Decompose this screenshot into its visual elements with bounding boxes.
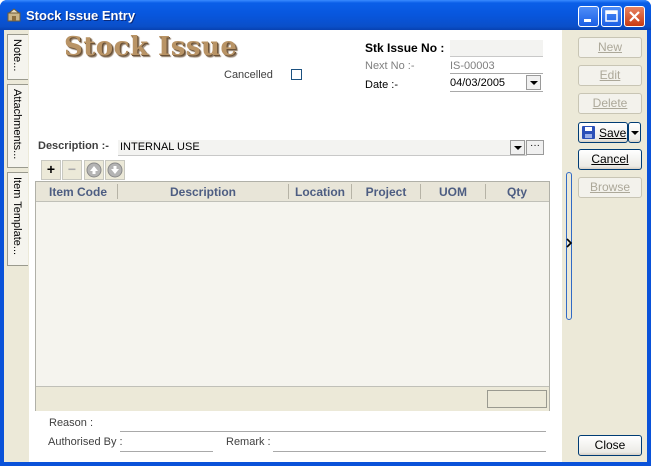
entry-form: Stock Issue Cancelled Stk Issue No : Nex… [29, 30, 562, 462]
arrow-up-icon [86, 162, 102, 178]
items-grid[interactable]: Item Code Description Location Project U… [35, 181, 550, 411]
column-header-uom[interactable]: UOM [421, 185, 485, 199]
minimize-icon [584, 19, 591, 22]
move-up-button[interactable] [84, 160, 104, 180]
save-dropdown-button[interactable] [628, 122, 641, 143]
remark-label: Remark : [226, 436, 271, 448]
delete-button[interactable]: Delete [578, 93, 642, 114]
date-dropdown-button[interactable] [526, 75, 541, 90]
cancelled-checkbox[interactable] [291, 69, 302, 80]
description-label: Description :- [38, 140, 109, 152]
title-bar[interactable]: Stock Issue Entry [0, 0, 651, 30]
maximize-button[interactable] [601, 6, 622, 27]
browse-button[interactable]: Browse [578, 177, 642, 198]
close-window-button[interactable] [624, 6, 645, 27]
qty-total-box [487, 390, 547, 408]
tab-note-label: Note... [11, 39, 23, 72]
close-icon [629, 11, 640, 22]
side-tabs: Note... Attachments... Item Template... [4, 30, 28, 462]
move-down-button[interactable] [105, 160, 125, 180]
client-area: Note... Attachments... Item Template... … [4, 30, 647, 462]
date-underline [450, 91, 543, 92]
tab-note[interactable]: Note... [7, 34, 28, 80]
tab-attachments-label: Attachments... [11, 89, 23, 160]
stock-issue-window: Stock Issue Entry Note... Attachments...… [0, 0, 651, 466]
arrow-down-icon [107, 162, 123, 178]
minimize-button[interactable] [578, 6, 599, 27]
description-dropdown-button[interactable] [510, 140, 525, 155]
window-title: Stock Issue Entry [26, 8, 136, 23]
column-header-description[interactable]: Description [118, 185, 288, 199]
grid-header: Item Code Description Location Project U… [36, 182, 549, 202]
column-header-item-code[interactable]: Item Code [40, 185, 116, 199]
grid-footer [36, 386, 549, 411]
remove-row-button[interactable]: − [62, 160, 82, 180]
date-input[interactable]: 04/03/2005 [450, 77, 505, 89]
tab-item-template[interactable]: Item Template... [7, 172, 28, 266]
tab-attachments[interactable]: Attachments... [7, 84, 28, 168]
action-panel: New Edit Delete Save Cancel Browse Close [578, 30, 647, 462]
page-title: Stock Issue [64, 32, 238, 62]
remark-input[interactable] [273, 451, 546, 452]
app-icon [7, 8, 21, 22]
stk-issue-no-label: Stk Issue No : [365, 41, 445, 55]
stk-issue-no-input[interactable] [450, 40, 543, 57]
next-no-value: IS-00003 [450, 60, 495, 72]
panel-divider [562, 30, 578, 462]
tab-item-template-label: Item Template... [11, 177, 23, 256]
next-no-underline [450, 73, 543, 74]
authorised-by-label: Authorised By : [48, 436, 123, 448]
column-header-project[interactable]: Project [352, 185, 420, 199]
column-header-location[interactable]: Location [289, 185, 351, 199]
authorised-by-input[interactable] [120, 451, 213, 452]
column-header-qty[interactable]: Qty [486, 185, 548, 199]
add-row-button[interactable]: + [41, 160, 61, 180]
floppy-disk-icon [582, 126, 595, 139]
description-field[interactable]: INTERNAL USE [118, 140, 527, 156]
edit-button[interactable]: Edit [578, 65, 642, 86]
next-no-label: Next No :- [365, 60, 415, 72]
save-button[interactable]: Save [578, 122, 628, 143]
new-button[interactable]: New [578, 37, 642, 58]
cancel-button[interactable]: Cancel [578, 149, 642, 170]
description-value: INTERNAL USE [120, 141, 200, 153]
close-button[interactable]: Close [578, 435, 642, 456]
maximize-icon [605, 10, 618, 22]
reason-label: Reason : [49, 417, 94, 429]
description-lookup-button[interactable]: ··· [526, 140, 544, 155]
date-label: Date :- [365, 79, 399, 91]
chevron-right-icon[interactable] [565, 238, 573, 248]
reason-input[interactable] [120, 431, 546, 432]
cancelled-label: Cancelled [224, 69, 273, 81]
save-button-label: Save [599, 126, 627, 140]
